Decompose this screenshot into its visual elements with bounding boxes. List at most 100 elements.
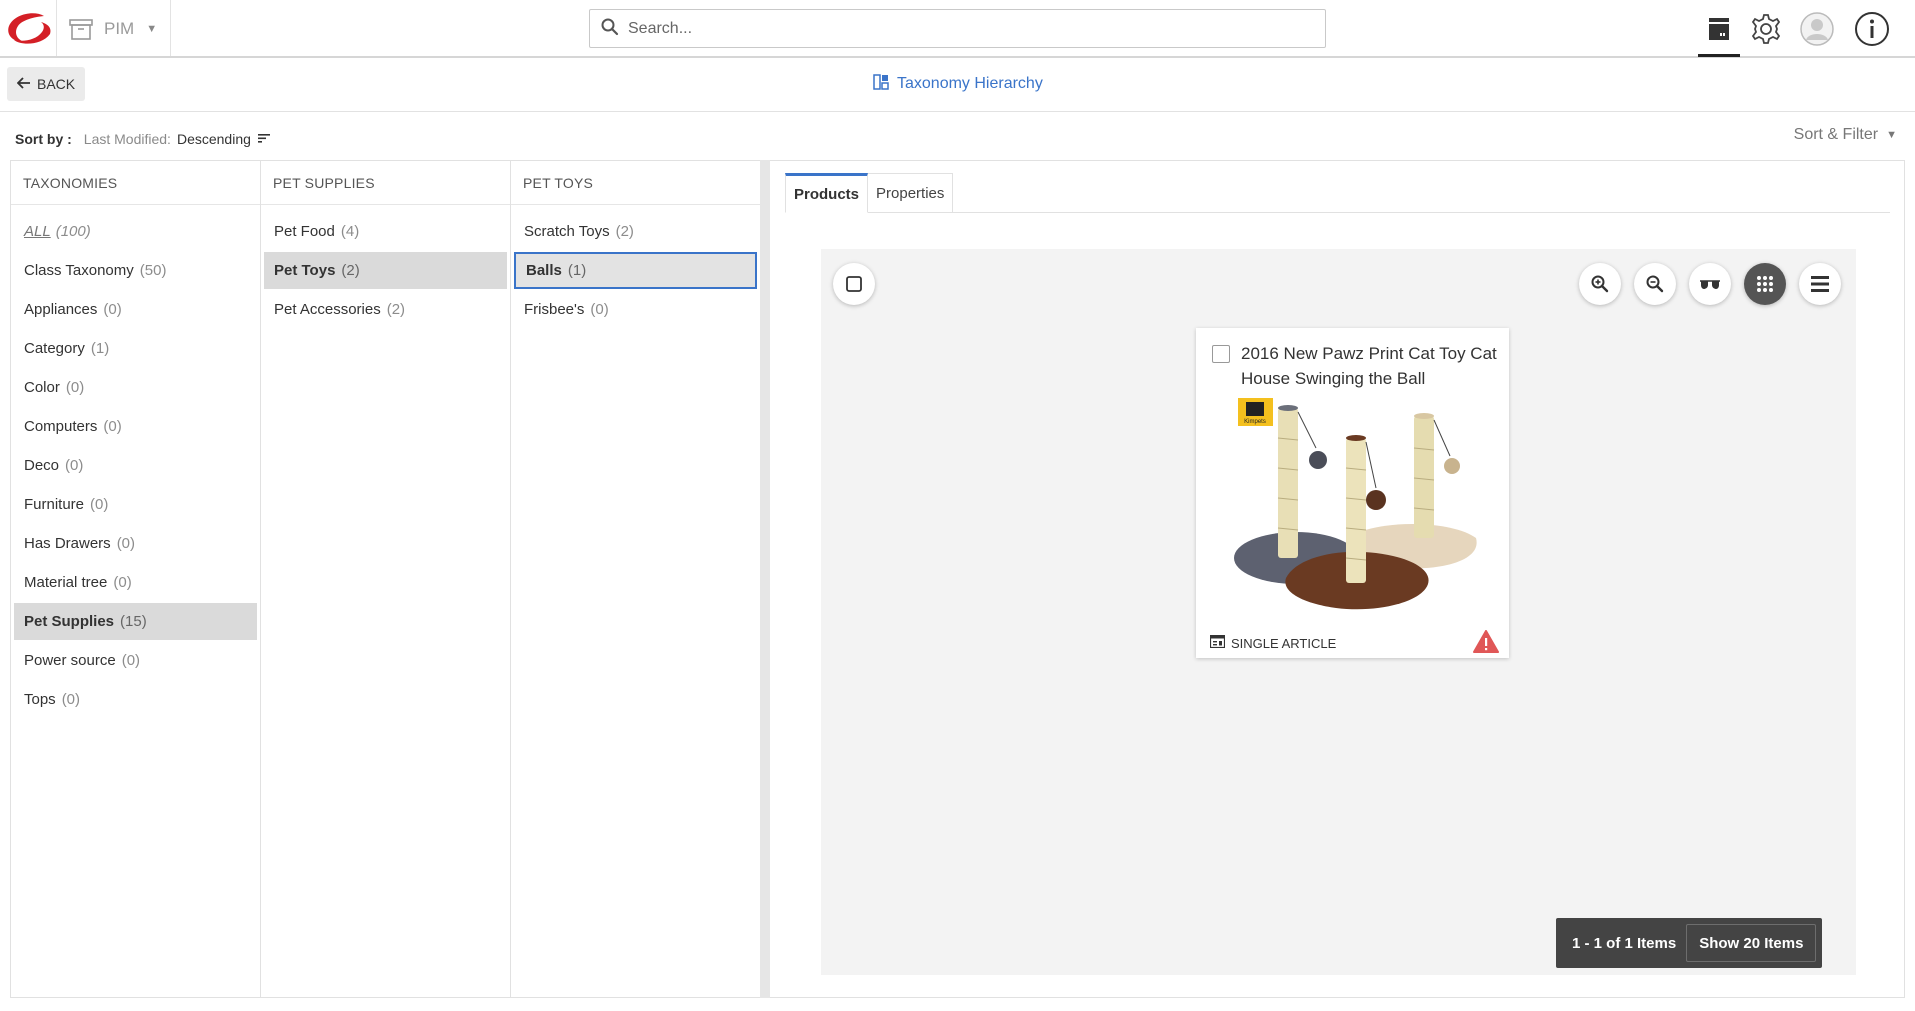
category-item-pet-toys[interactable]: Pet Toys (2) [264, 252, 507, 289]
sort-filter-toggle[interactable]: Sort & Filter ▼ [1794, 126, 1897, 144]
avatar-icon [1800, 12, 1834, 46]
taxonomy-item-furniture[interactable]: Furniture (0) [14, 486, 257, 523]
module-label: PIM [104, 19, 135, 38]
page-size-button[interactable]: Show 20 Items [1686, 924, 1817, 962]
search-box[interactable] [589, 9, 1326, 48]
taxonomy-item-material-tree[interactable]: Material tree (0) [14, 564, 257, 601]
category-item-scratch-toys[interactable]: Scratch Toys (2) [514, 213, 757, 250]
product-image: Kimpets [1226, 398, 1479, 618]
item-name: Material tree [24, 574, 108, 591]
item-count: (0) [103, 418, 122, 435]
article-icon [1209, 634, 1226, 651]
divider [0, 111, 1915, 112]
select-all-button[interactable] [833, 263, 875, 305]
grid-view-button[interactable] [1744, 263, 1786, 305]
gear-icon [1751, 14, 1781, 44]
panel-resize-handle[interactable] [760, 160, 770, 998]
item-count: (2) [341, 262, 360, 279]
sort-filter-label: Sort & Filter [1793, 126, 1879, 143]
inbox-button[interactable] [1698, 9, 1740, 57]
item-count: (50) [139, 262, 167, 279]
divider [170, 0, 171, 56]
tab-products[interactable]: Products [785, 173, 869, 213]
search-input[interactable] [628, 19, 1308, 38]
category-item-balls[interactable]: Balls (1) [514, 252, 757, 289]
zoom-out-icon [1646, 275, 1664, 293]
item-name: Pet Supplies [24, 613, 115, 630]
taxonomy-item-color[interactable]: Color (0) [14, 369, 257, 406]
products-panel: Products Properties 2016 New Pawz Print … [770, 160, 1905, 998]
sort-direction[interactable]: Descending [177, 131, 251, 147]
warning-icon[interactable] [1473, 630, 1499, 654]
taxonomies-column: TAXONOMIES ALL (100) Class Taxonomy (50)… [10, 160, 260, 998]
item-name: Computers [24, 418, 98, 435]
item-count: (1) [90, 340, 110, 357]
taxonomy-item-pet-supplies[interactable]: Pet Supplies (15) [14, 603, 257, 640]
item-name: Class Taxonomy [24, 262, 134, 279]
chevron-down-icon: ▼ [1886, 129, 1897, 141]
back-button[interactable]: BACK [7, 67, 86, 101]
product-checkbox[interactable] [1212, 345, 1230, 363]
taxonomy-item-tops[interactable]: Tops (0) [14, 681, 257, 718]
product-type: SINGLE ARTICLE [1209, 633, 1495, 653]
item-name: Color [24, 379, 60, 396]
item-count: (0) [65, 379, 85, 396]
preview-button[interactable] [1689, 263, 1731, 305]
item-count: (0) [65, 457, 84, 474]
item-name: Deco [24, 457, 60, 474]
zoom-out-button[interactable] [1634, 263, 1676, 305]
list-view-button[interactable] [1799, 263, 1841, 305]
info-icon [1855, 12, 1889, 46]
zoom-in-button[interactable] [1579, 263, 1621, 305]
taxonomy-item-category[interactable]: Category (1) [14, 330, 257, 367]
user-profile-button[interactable] [1797, 9, 1837, 49]
item-count: (4) [340, 223, 360, 240]
item-count: (2) [615, 223, 634, 240]
category-item-pet-food[interactable]: Pet Food (4) [264, 213, 507, 250]
product-card[interactable]: 2016 New Pawz Print Cat Toy Cat House Sw… [1196, 328, 1509, 658]
item-name: Scratch Toys [524, 223, 610, 240]
taxonomy-item-appliances[interactable]: Appliances (0) [14, 291, 257, 328]
page-title: Taxonomy Hierarchy [873, 72, 1043, 96]
pet-supplies-column: PET SUPPLIES Pet Food (4) Pet Toys (2) P… [260, 160, 510, 998]
page-title-text: Taxonomy Hierarchy [897, 75, 1043, 92]
item-count: (0) [103, 301, 122, 318]
list-icon [1811, 276, 1829, 292]
taxonomy-item-class-taxonomy[interactable]: Class Taxonomy (50) [14, 252, 257, 289]
item-count: (0) [90, 496, 109, 513]
product-title[interactable]: 2016 New Pawz Print Cat Toy Cat House Sw… [1241, 341, 1501, 391]
tab-properties[interactable]: Properties [868, 173, 954, 213]
inbox-archive-icon [1709, 18, 1729, 40]
taxonomy-item-power-source[interactable]: Power source (0) [14, 642, 257, 679]
taxonomy-item-has-drawers[interactable]: Has Drawers (0) [14, 525, 257, 562]
glasses-icon [1700, 280, 1720, 289]
item-name: Appliances [24, 301, 98, 318]
chevron-down-icon: ▼ [146, 23, 158, 35]
item-count: (1) [567, 262, 587, 279]
item-name: Balls [526, 262, 562, 279]
arrow-left-icon [16, 76, 31, 92]
app-logo[interactable] [6, 12, 52, 46]
divider [56, 0, 57, 56]
module-switcher[interactable]: PIM ▼ [68, 14, 157, 44]
hierarchy-icon [873, 73, 889, 95]
grid-icon [1757, 276, 1773, 292]
product-grid-area: 2016 New Pawz Print Cat Toy Cat House Sw… [821, 249, 1856, 975]
sort-field[interactable]: Last Modified: [84, 131, 171, 147]
taxonomy-item-all[interactable]: ALL (100) [14, 213, 257, 250]
category-item-frisbees[interactable]: Frisbee's (0) [514, 291, 757, 328]
item-count: (0) [121, 652, 141, 669]
item-name: Pet Toys [274, 262, 336, 279]
item-name: Furniture [24, 496, 85, 513]
taxonomy-item-deco[interactable]: Deco (0) [14, 447, 257, 484]
pagination-range: 1 - 1 of 1 Items [1572, 934, 1677, 952]
settings-button[interactable] [1746, 9, 1786, 49]
sort-descending-icon[interactable] [257, 131, 271, 147]
taxonomy-item-computers[interactable]: Computers (0) [14, 408, 257, 445]
category-item-pet-accessories[interactable]: Pet Accessories (2) [264, 291, 507, 328]
sort-bar: Sort by : Last Modified: Descending [15, 128, 271, 150]
tab-bar: Products Properties [785, 173, 1890, 213]
item-name: Has Drawers [24, 535, 111, 552]
info-button[interactable] [1852, 9, 1892, 49]
item-name: ALL [24, 223, 51, 240]
